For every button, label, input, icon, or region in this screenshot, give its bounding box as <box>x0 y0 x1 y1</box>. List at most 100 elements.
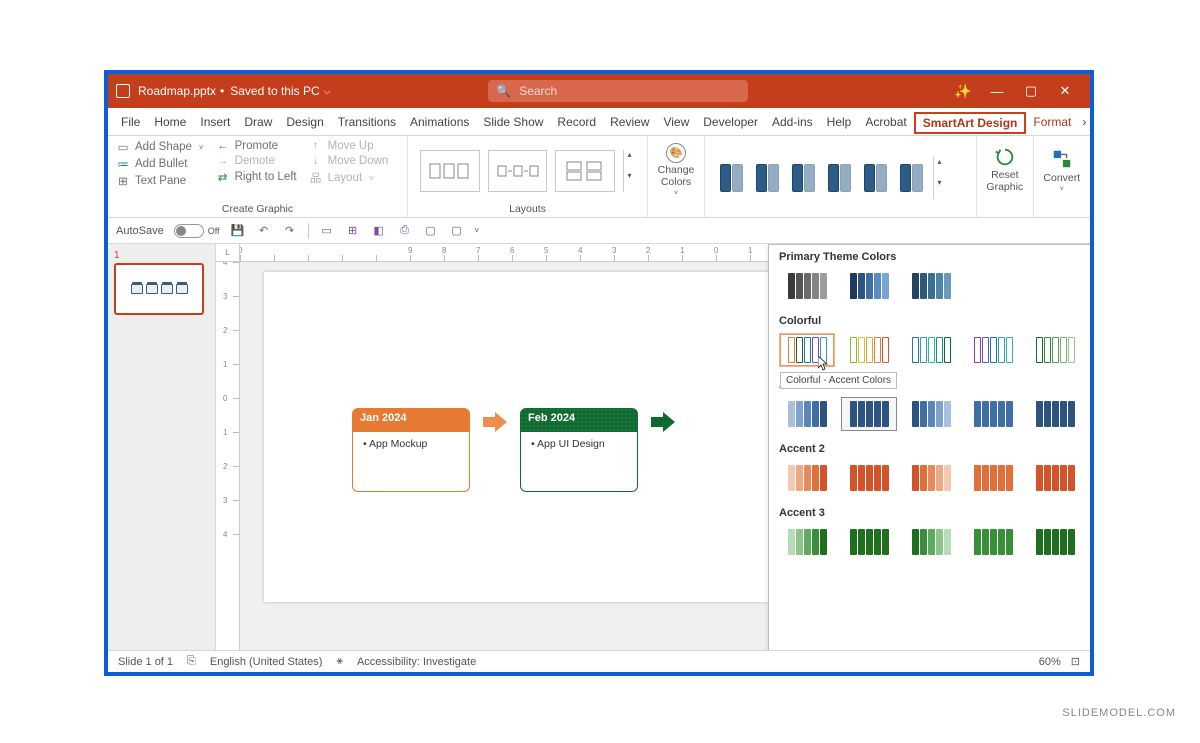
change-colors-button[interactable]: 🎨 Change Colors ˅ <box>648 136 704 204</box>
tab-record[interactable]: Record <box>550 108 603 135</box>
color-swatch[interactable] <box>1027 525 1083 559</box>
color-swatch[interactable] <box>841 269 897 303</box>
accessibility-icon: ⚹ <box>336 655 343 668</box>
smartart-style-option[interactable] <box>821 157 857 199</box>
smartart-style-option[interactable] <box>713 157 749 199</box>
color-swatch[interactable] <box>779 269 835 303</box>
tab-file[interactable]: File <box>114 108 147 135</box>
tab-slideshow[interactable]: Slide Show <box>476 108 550 135</box>
roadmap-step[interactable]: Jan 2024 App Mockup <box>352 408 470 492</box>
color-swatch[interactable] <box>965 525 1021 559</box>
smartart-style-option[interactable] <box>857 157 893 199</box>
styles-more-button[interactable]: ▴▾ <box>933 157 945 199</box>
autosave-toggle[interactable] <box>174 224 204 238</box>
layout-option[interactable] <box>488 150 548 192</box>
tab-insert[interactable]: Insert <box>193 108 237 135</box>
layout-option[interactable] <box>555 150 615 192</box>
qat-icon[interactable]: ◧ <box>371 223 387 239</box>
notes-icon[interactable]: ⎘ <box>187 655 196 668</box>
color-swatch[interactable] <box>965 397 1021 431</box>
slide-thumbnail[interactable] <box>114 263 204 315</box>
color-swatch[interactable] <box>1027 333 1083 367</box>
color-swatch[interactable] <box>841 333 897 367</box>
tab-developer[interactable]: Developer <box>696 108 765 135</box>
color-swatch[interactable] <box>779 461 835 495</box>
tab-transitions[interactable]: Transitions <box>331 108 403 135</box>
color-swatch[interactable] <box>779 397 835 431</box>
tab-design[interactable]: Design <box>279 108 330 135</box>
color-swatch[interactable] <box>841 461 897 495</box>
qat-icon[interactable]: ▢ <box>449 223 465 239</box>
tab-animations[interactable]: Animations <box>403 108 476 135</box>
convert-button[interactable]: Convert ˅ <box>1034 136 1090 204</box>
layouts-more-button[interactable]: ▴▾ <box>623 150 635 192</box>
search-icon: 🔍 <box>496 84 511 98</box>
roadmap-step[interactable]: Feb 2024 App UI Design <box>520 408 638 492</box>
slideshow-icon[interactable]: ▭ <box>319 223 335 239</box>
tab-draw[interactable]: Draw <box>237 108 279 135</box>
dropdown-section-header: Accent 2 <box>769 437 1090 457</box>
color-swatch[interactable] <box>841 525 897 559</box>
tab-smartart-design[interactable]: SmartArt Design <box>914 112 1027 134</box>
color-swatch[interactable] <box>903 269 959 303</box>
close-button[interactable]: ✕ <box>1048 78 1082 104</box>
reset-graphic-button[interactable]: Reset Graphic <box>977 136 1033 204</box>
arrow-left-icon: ← <box>216 140 230 152</box>
add-shape-button[interactable]: ▭Add Shape˅ <box>116 140 204 154</box>
tab-help[interactable]: Help <box>820 108 859 135</box>
add-bullet-button[interactable]: ≔Add Bullet <box>116 157 204 171</box>
fit-to-window-icon[interactable]: ⊡ <box>1071 655 1080 668</box>
redo-icon[interactable]: ↷ <box>282 223 298 239</box>
tab-home[interactable]: Home <box>147 108 193 135</box>
quick-access-toolbar: AutoSave Off 💾 ↶ ↷ ▭ ⊞ ◧ ⎙ ▢ ▢ ˅ <box>108 218 1090 244</box>
qat-icon[interactable]: ⊞ <box>345 223 361 239</box>
promote-button[interactable]: ←Promote <box>216 140 297 152</box>
search-input[interactable]: 🔍 Search <box>488 80 748 102</box>
color-swatch[interactable] <box>903 397 959 431</box>
step-body: App Mockup <box>352 432 470 492</box>
editor-canvas[interactable]: L 09876543210123456789 432101234 Jan 202… <box>216 244 1090 650</box>
accessibility-status[interactable]: Accessibility: Investigate <box>357 656 476 668</box>
smartart-style-option[interactable] <box>785 157 821 199</box>
tab-view[interactable]: View <box>656 108 696 135</box>
color-swatch[interactable] <box>841 397 897 431</box>
color-swatch[interactable] <box>1027 461 1083 495</box>
smartart-roadmap[interactable]: Jan 2024 App Mockup Feb 2024 App UI Desi… <box>352 408 676 492</box>
coming-soon-icon[interactable]: ✨ <box>946 78 980 104</box>
color-swatch[interactable]: Colorful - Accent Colors <box>779 333 835 367</box>
color-swatch[interactable] <box>903 333 959 367</box>
layout-button[interactable]: 品Layout˅ <box>309 170 389 186</box>
smartart-style-option[interactable] <box>893 157 929 199</box>
tab-addins[interactable]: Add-ins <box>765 108 820 135</box>
demote-button[interactable]: →Demote <box>216 155 297 167</box>
slide-counter[interactable]: Slide 1 of 1 <box>118 656 173 668</box>
maximize-button[interactable]: ▢ <box>1014 78 1048 104</box>
save-icon[interactable]: 💾 <box>230 223 246 239</box>
move-down-button[interactable]: ↓Move Down <box>309 155 389 167</box>
minimize-button[interactable]: — <box>980 78 1014 104</box>
language-status[interactable]: English (United States) <box>210 656 323 668</box>
undo-icon[interactable]: ↶ <box>256 223 272 239</box>
tabs-overflow-icon[interactable]: › <box>1078 115 1090 129</box>
tab-review[interactable]: Review <box>603 108 656 135</box>
qat-icon[interactable]: ▢ <box>423 223 439 239</box>
color-swatch-row <box>769 521 1090 565</box>
add-shape-icon: ▭ <box>116 140 130 154</box>
color-swatch[interactable] <box>903 461 959 495</box>
smartart-style-option[interactable] <box>749 157 785 199</box>
tab-format[interactable]: Format <box>1026 108 1078 135</box>
color-swatch[interactable] <box>903 525 959 559</box>
color-swatch[interactable] <box>1027 397 1083 431</box>
chevron-down-icon[interactable]: ⌵ <box>324 86 331 97</box>
right-to-left-button[interactable]: ⇄Right to Left <box>216 170 297 184</box>
layout-option[interactable] <box>420 150 480 192</box>
qat-customize-icon[interactable]: ˅ <box>475 226 480 235</box>
text-pane-button[interactable]: ⊞Text Pane <box>116 174 204 188</box>
tab-acrobat[interactable]: Acrobat <box>858 108 913 135</box>
zoom-level[interactable]: 60% <box>1039 656 1061 668</box>
color-swatch[interactable] <box>965 461 1021 495</box>
color-swatch[interactable] <box>965 333 1021 367</box>
color-swatch[interactable] <box>779 525 835 559</box>
move-up-button[interactable]: ↑Move Up <box>309 140 389 152</box>
qat-icon[interactable]: ⎙ <box>397 223 413 239</box>
